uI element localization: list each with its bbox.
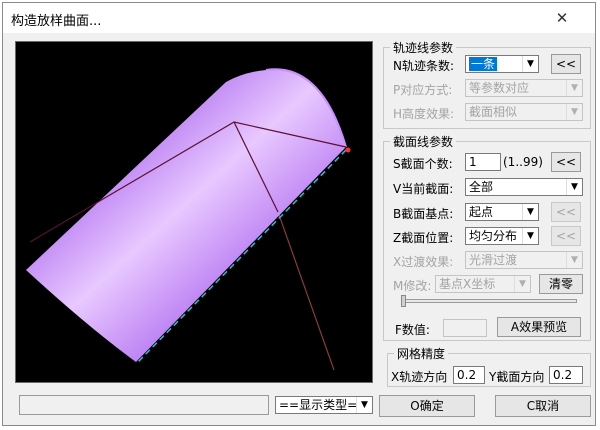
display-type-value: ==显示类型==	[279, 398, 368, 412]
chevron-down-icon: ▼	[566, 252, 582, 268]
position-select[interactable]: 均匀分布 ▼	[465, 227, 539, 245]
position-label: Z截面位置:	[393, 231, 454, 245]
group-title-section: 截面线参数	[390, 133, 457, 150]
mode-select[interactable]: 等参数对应 ▼	[465, 79, 583, 97]
value-slider[interactable]	[401, 299, 577, 303]
section-count-label: S截面个数:	[393, 157, 453, 171]
section-count-button[interactable]: <<	[551, 152, 581, 172]
chevron-down-icon: ▼	[566, 104, 582, 120]
status-field	[19, 395, 269, 415]
section-count-range: (1..99)	[503, 155, 543, 169]
chevron-down-icon: ▼	[522, 204, 538, 220]
section-dir-input[interactable]: 0.2	[549, 366, 583, 384]
numeric-input[interactable]	[443, 319, 487, 337]
cancel-button[interactable]: C取消	[495, 395, 591, 417]
trajectory-count-label: N轨迹条数:	[393, 59, 455, 73]
trajectory-count-select[interactable]: 一条 ▼	[465, 55, 539, 73]
section-count-value: 1	[469, 155, 477, 169]
clear-button[interactable]: 清零	[539, 274, 583, 294]
section-dir-value: 0.2	[553, 368, 573, 382]
preview-viewport[interactable]	[15, 41, 373, 383]
trajectory-count-value: 一条	[469, 57, 498, 71]
height-value: 截面相似	[469, 105, 518, 119]
modify-select[interactable]: 基点X坐标 ▼	[435, 275, 531, 293]
lofted-surface-render	[26, 68, 351, 371]
mode-label: P对应方式:	[393, 83, 453, 97]
chevron-down-icon: ▼	[356, 397, 372, 413]
base-point-marker	[345, 147, 351, 153]
section-count-input[interactable]: 1	[465, 153, 501, 171]
slider-handle[interactable]	[401, 295, 406, 307]
transition-value: 光滑过渡	[469, 253, 518, 267]
transition-label: X过渡效果:	[393, 255, 454, 269]
chevron-down-icon: ▼	[566, 80, 582, 96]
current-section-label: V当前截面:	[393, 182, 454, 196]
dialog-window: 构造放样曲面... ✕ 轨迹线参数 N轨迹条数: 一条 ▼ << P对应方式: …	[2, 2, 596, 426]
chevron-down-icon: ▼	[522, 228, 538, 244]
basepoint-value: 起点	[469, 205, 494, 219]
chevron-down-icon: ▼	[514, 276, 530, 292]
trajectory-line-back	[277, 211, 335, 371]
trajectory-count-button[interactable]: <<	[551, 54, 581, 74]
window-title: 构造放样曲面...	[11, 14, 102, 29]
current-section-value: 全部	[469, 180, 494, 194]
traj-dir-input[interactable]: 0.2	[453, 366, 485, 384]
height-select[interactable]: 截面相似 ▼	[465, 103, 583, 121]
group-title-trajectory: 轨迹线参数	[390, 39, 457, 56]
mode-value: 等参数对应	[469, 81, 530, 95]
chevron-down-icon: ▼	[566, 179, 582, 195]
transition-select[interactable]: 光滑过渡 ▼	[465, 251, 583, 269]
ok-button[interactable]: O确定	[379, 395, 475, 417]
traj-dir-label: X轨迹方向	[391, 370, 448, 384]
traj-dir-value: 0.2	[457, 368, 477, 382]
close-icon[interactable]: ✕	[547, 9, 577, 27]
modify-label: M修改:	[393, 279, 432, 293]
display-type-select[interactable]: ==显示类型== ▼	[275, 396, 373, 414]
current-section-select[interactable]: 全部 ▼	[465, 178, 583, 196]
section-dir-label: Y截面方向	[489, 370, 545, 384]
basepoint-select[interactable]: 起点 ▼	[465, 203, 539, 221]
basepoint-label: B截面基点:	[393, 207, 454, 221]
position-button[interactable]: <<	[551, 226, 581, 246]
title-bar: 构造放样曲面... ✕	[3, 3, 595, 33]
chevron-down-icon: ▼	[522, 56, 538, 72]
modify-value: 基点X坐标	[439, 277, 496, 291]
basepoint-button[interactable]: <<	[551, 202, 581, 222]
preview-button[interactable]: A效果预览	[497, 317, 581, 337]
group-title-grid: 网格精度	[394, 345, 449, 362]
position-value: 均匀分布	[469, 229, 518, 243]
numeric-label: F数值:	[395, 323, 430, 337]
height-label: H高度效果:	[393, 107, 455, 121]
